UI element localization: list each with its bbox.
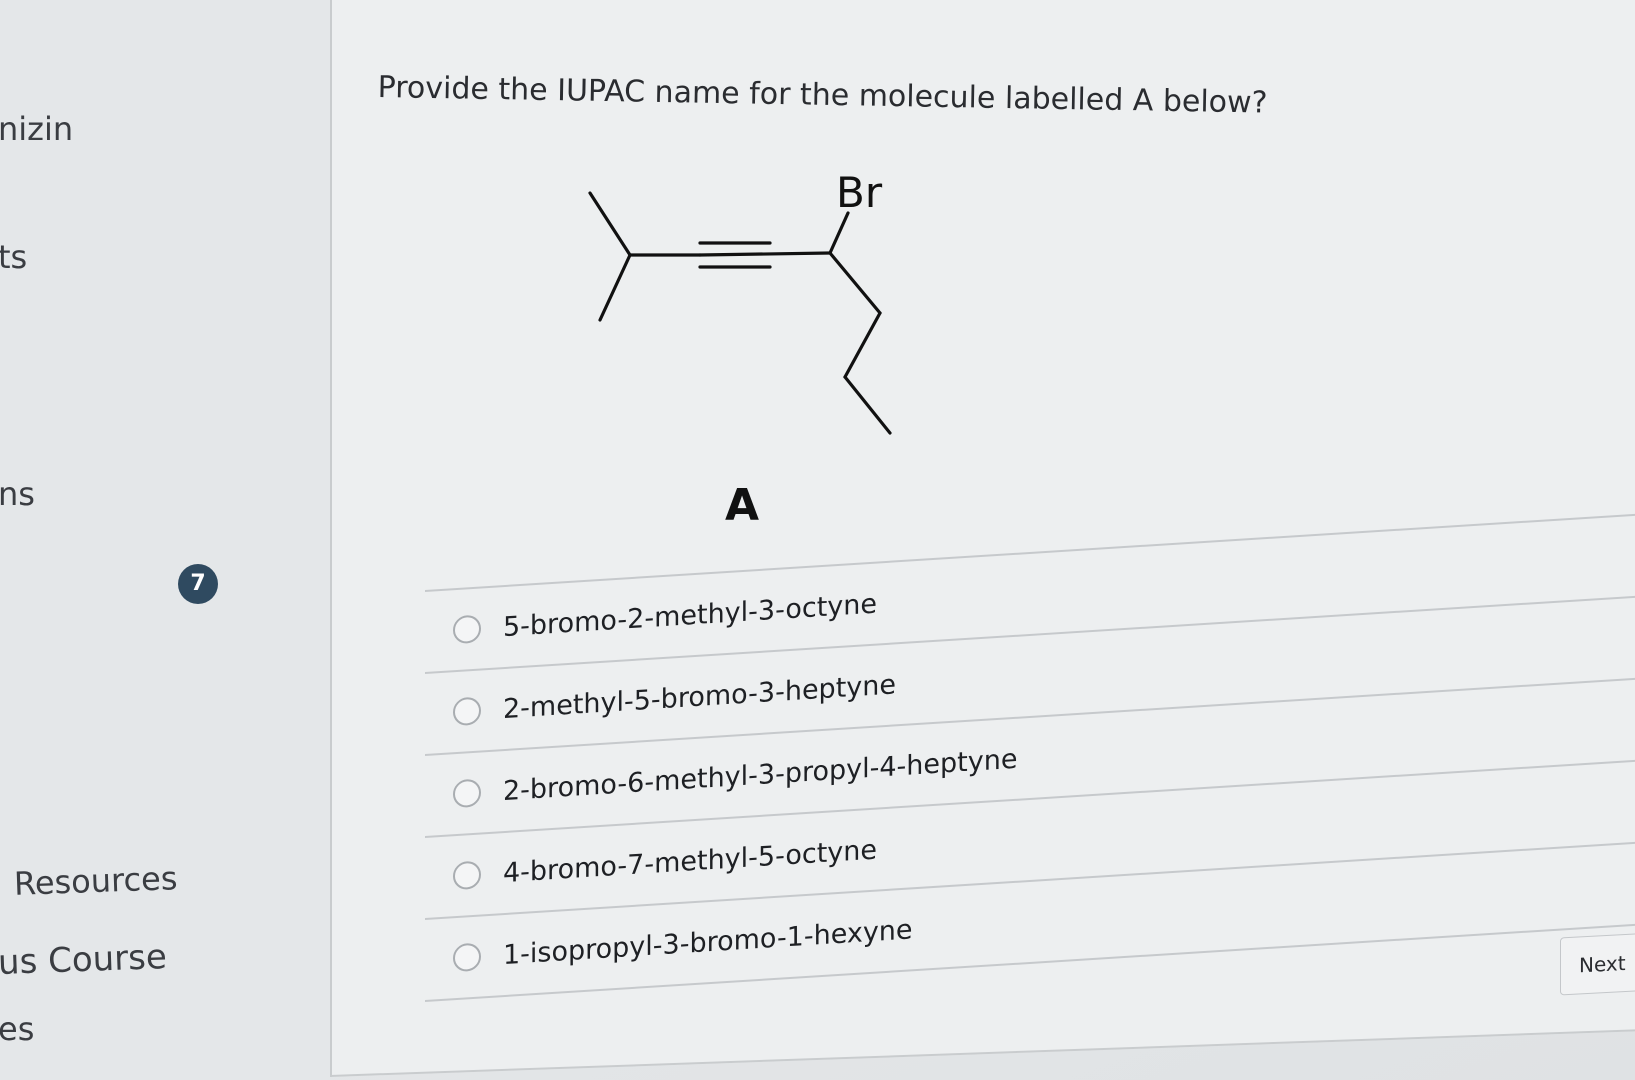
sidebar: nizin ts ns 7 Resources us Course es [0,0,330,1080]
sidebar-item-ts[interactable]: ts [0,238,27,276]
bond [588,191,632,257]
option-label: 2-methyl-5-bromo-3-heptyne [503,668,896,725]
option-label: 2-bromo-6-methyl-3-propyl-4-heptyne [503,743,1018,807]
bond [843,375,892,435]
radio-button[interactable] [453,860,481,891]
quiz-page: nizin ts ns 7 Resources us Course es Pro… [0,0,1635,1080]
radio-button[interactable] [453,614,481,645]
sidebar-item-es[interactable]: es [0,1010,34,1048]
bond [843,311,882,379]
bromine-label: Br [836,168,883,217]
bond [828,251,882,315]
radio-button[interactable] [453,778,481,809]
next-button[interactable]: Next [1560,932,1635,996]
radio-button[interactable] [453,696,481,727]
molecule-label: A [725,480,760,531]
sidebar-item-course[interactable]: us Course [0,937,167,983]
answer-options: 5-bromo-2-methyl-3-octyne 2-methyl-5-bro… [425,513,1635,1002]
option-label: 1-isopropyl-3-bromo-1-hexyne [503,913,913,971]
triple-bond-mid [698,251,832,257]
bond [598,253,632,322]
option-label: 4-bromo-7-methyl-5-octyne [503,834,877,889]
sidebar-item-ns[interactable]: ns [0,475,35,513]
radio-button[interactable] [453,942,481,973]
option-label: 5-bromo-2-methyl-3-octyne [503,588,877,643]
count-badge: 7 [178,564,218,604]
molecule-a-structure: Br [588,168,892,435]
sidebar-item-resources[interactable]: Resources [13,859,178,903]
sidebar-item-nizin[interactable]: nizin [0,110,73,148]
bond [828,211,850,255]
